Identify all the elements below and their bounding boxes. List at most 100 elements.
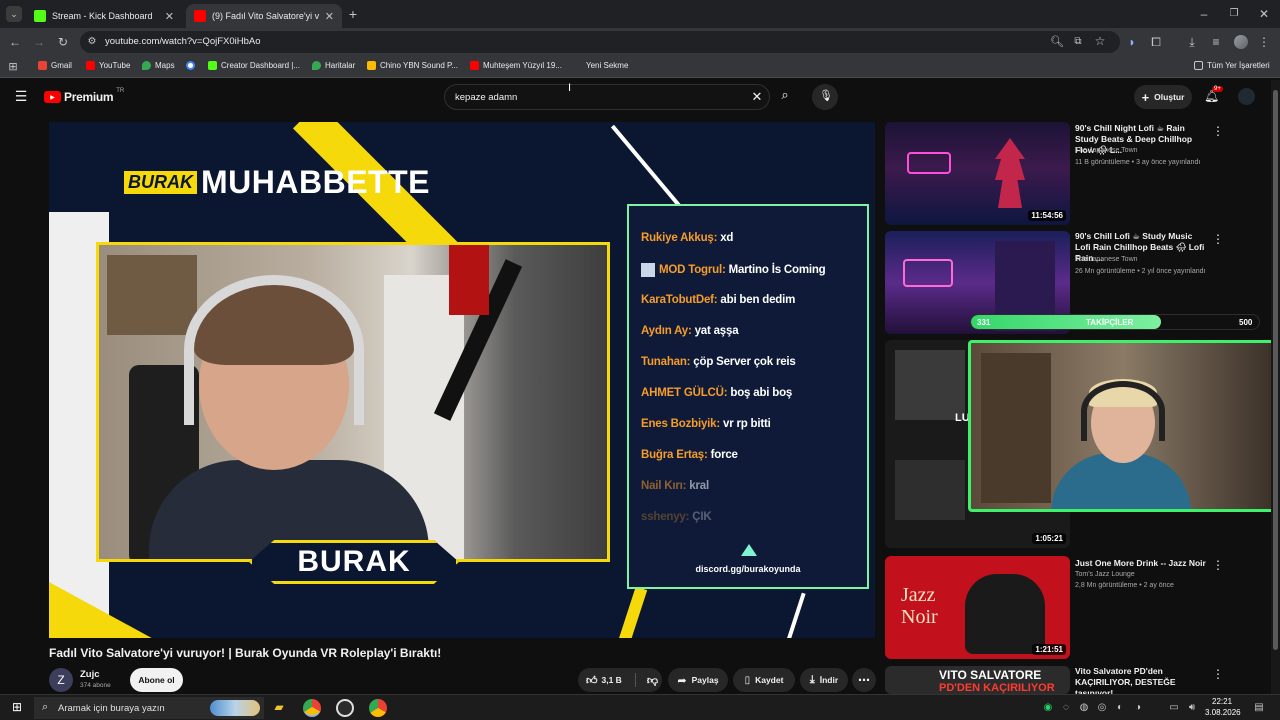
new-tab-icon[interactable]: + [346, 7, 360, 21]
network-icon[interactable]: ▭ [1168, 702, 1180, 714]
followers-progress-bar: 331 TAKİPÇİLER 500 [970, 314, 1260, 330]
profile-avatar[interactable] [1234, 35, 1248, 49]
subscribe-button[interactable]: Abone ol [130, 668, 183, 692]
taskbar-search[interactable]: ⌕ Aramak için buraya yazın [34, 697, 264, 719]
thumb-vito-text: VITO SALVATORE [939, 668, 1042, 682]
extension-blue-icon[interactable]: ◗ [1126, 36, 1138, 48]
chrome-tray-icon[interactable]: ◑ [1132, 702, 1144, 714]
premium-label: Premium [64, 90, 114, 104]
save-button[interactable]: ▯ Kaydet [733, 668, 795, 692]
browser-menu-icon[interactable]: ⋮ [1258, 36, 1270, 48]
steam-tray-icon[interactable]: ◎ [1096, 702, 1108, 714]
notification-center-icon[interactable]: ▤ [1253, 702, 1265, 714]
bookmark-maps[interactable]: Maps [142, 61, 175, 70]
cast-icon[interactable]: ⧉ [1072, 36, 1084, 48]
clear-search-icon[interactable]: ✕ [751, 90, 763, 103]
related-video-channel[interactable]: The Japanese Town [1075, 147, 1138, 154]
channel-avatar[interactable]: Z [49, 668, 73, 692]
like-count: 3,1 B [601, 675, 622, 685]
taskbar-time[interactable]: 22:21 [1212, 697, 1232, 706]
tab-close-icon[interactable]: ✕ [165, 10, 174, 23]
minimize-icon[interactable]: – [1198, 8, 1210, 20]
file-explorer-icon[interactable]: ▰ [272, 701, 286, 713]
back-icon[interactable]: ← [8, 36, 22, 48]
bookmark-muhtesem[interactable]: Muhteşem Yüzyıl 19... [470, 61, 562, 70]
related-video-channel[interactable]: The Japanese Town [1075, 256, 1138, 263]
extensions-icon[interactable]: ⧠ [1150, 36, 1162, 48]
restore-icon[interactable]: ❐ [1228, 8, 1240, 20]
bookmark-google[interactable] [186, 61, 195, 70]
tray-icon[interactable]: ◌ [1060, 702, 1072, 714]
tray-icon[interactable]: ◐ [1114, 702, 1126, 714]
triangle-icon [741, 544, 757, 556]
create-button[interactable]: + Oluştur [1134, 85, 1192, 109]
like-button[interactable]: 👍︎ 3,1 B [586, 674, 622, 687]
video-player[interactable]: BURAK MUHABBETTE BURAK Rukiye Akkuş: xd … [49, 122, 875, 638]
volume-icon[interactable]: 🔊︎ [1186, 702, 1198, 714]
bookmark-youtube[interactable]: YouTube [86, 61, 130, 70]
windows-start-icon[interactable]: ⊞ [10, 701, 24, 713]
related-video-title[interactable]: Just One More Drink -- Jazz Noir [1075, 558, 1210, 569]
search-input[interactable]: kepaze adamn [455, 92, 517, 103]
site-info-icon[interactable]: ⚙ [86, 36, 98, 48]
channel-name[interactable]: Zujc [80, 669, 100, 680]
page-scrollbar[interactable] [1271, 80, 1280, 694]
whatsapp-tray-icon[interactable]: ◉ [1042, 702, 1054, 714]
mic-stand-red [449, 245, 489, 315]
notifications-button[interactable]: 🔔︎ 9+ [1204, 86, 1223, 105]
more-actions-button[interactable]: ⋯ [852, 668, 876, 692]
shelf [107, 255, 197, 335]
video-menu-icon[interactable]: ⋮ [1212, 124, 1224, 138]
bookmark-icon: ▯ [744, 674, 751, 686]
more-horizontal-icon: ⋯ [858, 673, 870, 687]
taskbar-date[interactable]: 3.08.2026 [1205, 708, 1241, 717]
video-title: Fadıl Vito Salvatore'yi vuruyor! | Burak… [49, 646, 442, 660]
bookmark-chino[interactable]: Chino YBN Sound P... [367, 61, 458, 70]
all-bookmarks[interactable]: Tüm Yer İşaretleri [1194, 61, 1270, 70]
youtube-logo[interactable]: ▶ Premium TR [44, 88, 124, 104]
zoom-icon[interactable]: 🔍︎ [1050, 36, 1064, 48]
tray-icon[interactable]: ◍ [1078, 702, 1090, 714]
tab-search-icon[interactable]: ⌄ [6, 6, 22, 22]
tab-youtube-video[interactable]: (9) Fadıl Vito Salvatore'yi vuruy... ✕ [186, 4, 342, 28]
chrome-taskbar-icon-2[interactable] [369, 699, 387, 717]
address-bar[interactable]: ⚙ youtube.com/watch?v=QojFX0iHbAo 🔍︎ ⧉ ☆ [80, 31, 1120, 53]
gmail-icon [38, 61, 47, 70]
video-menu-icon[interactable]: ⋮ [1212, 558, 1224, 572]
download-button[interactable]: ⤓ İndir [800, 668, 848, 692]
reload-icon[interactable]: ↻ [56, 36, 70, 48]
hamburger-menu-icon[interactable]: ☰ [14, 89, 28, 103]
tab-search-list-icon[interactable]: ≡ [1210, 36, 1222, 48]
bookmark-yeni-sekme[interactable]: Yeni Sekme [586, 61, 628, 70]
windows-taskbar: ⊞ ⌕ Aramak için buraya yazın ▰ ◉ ◌ ◍ ◎ ◐… [0, 694, 1280, 720]
related-video-thumbnail[interactable]: 11:54:56 [885, 122, 1070, 225]
tab-close-icon[interactable]: ✕ [325, 10, 334, 23]
chat-message: sshenyy: ÇIK [641, 511, 712, 523]
download-icon[interactable]: ⤓ [1186, 36, 1198, 48]
search-button[interactable]: ⌕ [770, 84, 800, 110]
account-avatar[interactable] [1238, 88, 1255, 105]
voice-search-button[interactable]: 🎙︎ [812, 84, 838, 110]
obs-taskbar-icon[interactable] [336, 699, 354, 717]
like-dislike-group: 👍︎ 3,1 B 👎︎ [578, 668, 662, 692]
followers-current: 331 [977, 318, 991, 327]
forward-icon[interactable]: → [32, 36, 46, 48]
apps-grid-icon[interactable]: ⊞ [7, 61, 19, 73]
bookmark-gmail[interactable]: Gmail [38, 61, 72, 70]
close-window-icon[interactable]: ✕ [1258, 8, 1270, 20]
video-menu-icon[interactable]: ⋮ [1212, 667, 1224, 681]
search-box[interactable]: kepaze adamn ✕ [444, 84, 770, 110]
share-button[interactable]: ➦ Paylaş [668, 668, 728, 692]
bookmark-creator-dashboard[interactable]: Creator Dashboard |... [208, 61, 300, 70]
related-video-thumbnail[interactable]: Jazz Noir 1:21:51 [885, 556, 1070, 659]
dislike-button[interactable]: 👎︎ [647, 674, 658, 687]
tab-kick-dashboard[interactable]: Stream - Kick Dashboard ✕ [26, 4, 182, 28]
related-video-channel[interactable]: Tom's Jazz Lounge [1075, 571, 1135, 578]
chrome-taskbar-icon[interactable] [303, 699, 321, 717]
scrollbar-thumb[interactable] [1273, 90, 1278, 650]
download-arrow-icon: ⤓ [809, 673, 815, 686]
bookmark-star-icon[interactable]: ☆ [1094, 35, 1106, 47]
video-menu-icon[interactable]: ⋮ [1212, 232, 1224, 246]
bookmark-haritalar[interactable]: Haritalar [312, 61, 355, 70]
related-video-thumbnail[interactable]: VITO SALVATORE PD'DEN KAÇIRILIYOR [885, 666, 1070, 694]
